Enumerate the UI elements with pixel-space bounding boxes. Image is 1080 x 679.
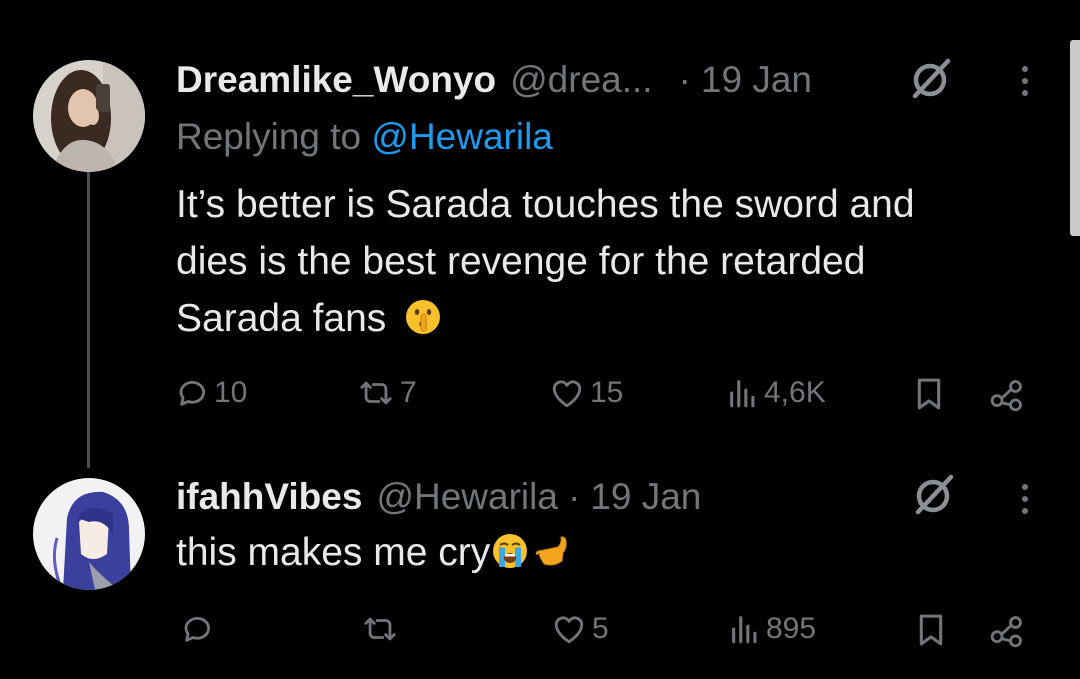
like-button[interactable]: 5 — [550, 612, 609, 646]
repost-button[interactable]: 7 — [356, 376, 417, 410]
views-count: 4,6K — [764, 376, 826, 409]
avatar[interactable] — [33, 478, 145, 590]
views-icon — [732, 616, 757, 644]
bookmark-button[interactable] — [914, 612, 948, 648]
views-button[interactable]: 895 — [728, 612, 816, 646]
views-icon — [730, 380, 755, 408]
reply-count: 10 — [214, 376, 248, 409]
avatar[interactable] — [33, 60, 145, 172]
avatar-photo-icon — [33, 60, 145, 172]
reply-button[interactable] — [181, 612, 219, 646]
tweet-text-line: Sarada fans — [176, 297, 387, 340]
timestamp[interactable]: 19 Jan — [590, 476, 701, 518]
handle[interactable]: @drea... — [510, 59, 652, 101]
share-button[interactable] — [988, 378, 1026, 412]
bookmark-button[interactable] — [912, 376, 946, 412]
repost-icon — [364, 617, 396, 641]
tweet-header: ifahhVibes @Hewarila · 19 Jan — [176, 472, 701, 522]
views-button[interactable]: 4,6K — [726, 376, 826, 410]
loudly-crying-face-emoji-icon — [493, 534, 528, 568]
repost-button[interactable] — [360, 612, 404, 646]
like-icon — [552, 380, 582, 408]
tweet-text-line: dies is the best revenge for the retarde… — [176, 240, 866, 283]
grok-icon[interactable] — [902, 52, 960, 106]
timestamp[interactable]: 19 Jan — [701, 59, 812, 101]
call-me-hand-emoji-icon — [535, 536, 567, 566]
replying-to-label: Replying to — [176, 116, 372, 157]
reply-icon — [184, 617, 211, 642]
like-icon — [554, 616, 584, 644]
grok-icon[interactable] — [905, 468, 963, 522]
display-name[interactable]: Dreamlike_Wonyo — [176, 59, 496, 101]
bookmark-icon — [917, 378, 941, 410]
share-icon — [990, 380, 1022, 412]
tweet-header: Dreamlike_Wonyo @drea... · 19 Jan — [176, 55, 812, 105]
repost-icon — [360, 381, 392, 405]
separator-dot: · — [678, 59, 691, 100]
like-count: 15 — [590, 376, 624, 409]
repost-count: 7 — [400, 376, 417, 409]
tweet-text: this makes me cry — [176, 524, 572, 581]
avatar-anime-icon — [33, 478, 145, 590]
more-options-icon[interactable] — [1010, 58, 1040, 104]
like-button[interactable]: 15 — [548, 376, 623, 410]
reply-button[interactable]: 10 — [176, 376, 247, 410]
tweet-text-line: this makes me cry — [176, 531, 491, 574]
bookmark-icon — [919, 614, 943, 646]
display-name[interactable]: ifahhVibes — [176, 476, 362, 518]
reply-icon — [179, 381, 206, 406]
like-count: 5 — [592, 612, 609, 645]
views-count: 895 — [766, 612, 817, 645]
replying-to: Replying to @Hewarila — [176, 116, 553, 158]
tweet-text: It’s better is Sarada touches the sword … — [176, 176, 915, 347]
share-icon — [990, 616, 1022, 648]
shushing-face-emoji-icon — [406, 300, 441, 334]
tweet-text-line: It’s better is Sarada touches the sword … — [176, 183, 915, 226]
tweet-text-line-with-emoji: this makes me cry — [176, 524, 572, 581]
handle[interactable]: @Hewarila — [376, 476, 558, 518]
share-button[interactable] — [988, 614, 1026, 648]
separator-dot: · — [567, 476, 581, 517]
thread-connector-line — [87, 172, 90, 468]
replying-to-handle[interactable]: @Hewarila — [371, 116, 553, 157]
more-options-icon[interactable] — [1010, 476, 1040, 522]
scrollbar[interactable] — [1070, 40, 1080, 236]
tweet-text-line-with-emoji: Sarada fans — [176, 290, 915, 347]
